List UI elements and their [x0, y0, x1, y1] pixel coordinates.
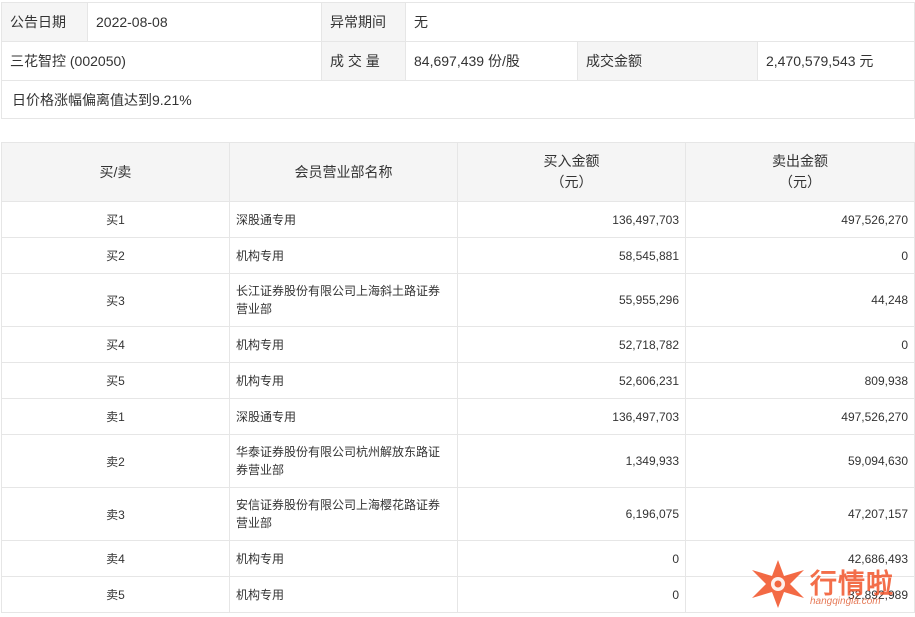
buy-amount-cell: 136,497,703 [457, 398, 686, 435]
branch-name-cell: 机构专用 [229, 362, 458, 399]
buy-amount-cell: 1,349,933 [457, 434, 686, 488]
buy-amount-header-unit: （元） [550, 174, 593, 190]
amount-label: 成交金额 [577, 41, 758, 81]
summary-row-volume: 三花智控 (002050) 成 交 量 84,697,439 份/股 成交金额 … [1, 41, 915, 81]
table-row: 买1 深股通专用 136,497,703 497,526,270 [1, 201, 915, 238]
table-row: 卖2 华泰证券股份有限公司杭州解放东路证券营业部 1,349,933 59,09… [1, 434, 915, 488]
buy-amount-header: 买入金额 （元） [457, 142, 686, 202]
side-cell: 卖1 [1, 398, 230, 435]
table-row: 买2 机构专用 58,545,881 0 [1, 237, 915, 274]
side-cell: 买2 [1, 237, 230, 274]
side-cell: 买4 [1, 326, 230, 363]
side-cell: 卖4 [1, 540, 230, 577]
announce-date-value: 2022-08-08 [87, 2, 322, 42]
deviation-note: 日价格涨幅偏离值达到9.21% [0, 80, 915, 119]
sell-amount-cell: 0 [685, 237, 915, 274]
side-header: 买/卖 [1, 142, 230, 202]
sell-amount-cell: 42,686,493 [685, 540, 915, 577]
sell-amount-cell: 47,207,157 [685, 487, 915, 541]
buy-amount-header-title: 买入金额 [543, 153, 600, 169]
sell-amount-cell: 0 [685, 326, 915, 363]
sell-amount-header-title: 卖出金额 [772, 153, 828, 169]
sell-amount-cell: 44,248 [685, 273, 915, 327]
buy-amount-cell: 0 [457, 540, 686, 577]
abnormal-period-value: 无 [404, 2, 915, 42]
branch-name-cell: 安信证券股份有限公司上海樱花路证券营业部 [229, 487, 458, 541]
summary-row-note: 日价格涨幅偏离值达到9.21% [0, 80, 915, 119]
buy-amount-cell: 52,606,231 [457, 362, 686, 399]
buy-amount-cell: 6,196,075 [457, 487, 686, 541]
side-cell: 买5 [1, 362, 230, 399]
branch-name-cell: 深股通专用 [229, 398, 458, 435]
sell-amount-header-unit: （元） [779, 174, 821, 190]
branch-name-header: 会员营业部名称 [229, 142, 458, 202]
branch-name-cell: 长江证券股份有限公司上海斜土路证券营业部 [229, 273, 458, 327]
branch-name-cell: 华泰证券股份有限公司杭州解放东路证券营业部 [229, 434, 458, 488]
table-row: 卖4 机构专用 0 42,686,493 [1, 540, 915, 577]
buy-amount-cell: 55,955,296 [457, 273, 686, 327]
table-row: 买3 长江证券股份有限公司上海斜土路证券营业部 55,955,296 44,24… [1, 273, 915, 327]
branch-name-cell: 机构专用 [229, 576, 458, 613]
volume-value: 84,697,439 份/股 [405, 41, 578, 81]
branch-name-cell: 机构专用 [229, 326, 458, 363]
table-row: 买4 机构专用 52,718,782 0 [1, 326, 915, 363]
volume-label: 成 交 量 [321, 41, 406, 81]
sell-amount-header: 卖出金额 （元） [685, 142, 915, 202]
branch-name-cell: 机构专用 [229, 540, 458, 577]
buy-amount-cell: 0 [457, 576, 686, 613]
buy-amount-cell: 52,718,782 [457, 326, 686, 363]
side-cell: 卖5 [1, 576, 230, 613]
side-cell: 买1 [1, 201, 230, 238]
announce-date-label: 公告日期 [1, 2, 88, 42]
sell-amount-cell: 497,526,270 [685, 398, 915, 435]
branch-name-cell: 深股通专用 [229, 201, 458, 238]
detail-header-row: 买/卖 会员营业部名称 买入金额 （元） 卖出金额 （元） [1, 142, 915, 202]
sell-amount-cell: 497,526,270 [685, 201, 915, 238]
buy-amount-cell: 58,545,881 [457, 237, 686, 274]
table-row: 卖3 安信证券股份有限公司上海樱花路证券营业部 6,196,075 47,207… [1, 487, 915, 541]
side-cell: 买3 [1, 273, 230, 327]
side-cell: 卖2 [1, 434, 230, 488]
summary-table: 公告日期 2022-08-08 异常期间 无 三花智控 (002050) 成 交… [0, 2, 915, 119]
table-row: 买5 机构专用 52,606,231 809,938 [1, 362, 915, 399]
side-cell: 卖3 [1, 487, 230, 541]
buy-amount-cell: 136,497,703 [457, 201, 686, 238]
sell-amount-cell: 809,938 [685, 362, 915, 399]
sell-amount-cell: 59,094,630 [685, 434, 915, 488]
sell-amount-cell: 32,892,989 [685, 576, 915, 613]
amount-value: 2,470,579,543 元 [756, 41, 915, 81]
trading-detail-table: 买/卖 会员营业部名称 买入金额 （元） 卖出金额 （元） 买1 深股通专用 1… [1, 142, 915, 613]
branch-name-cell: 机构专用 [229, 237, 458, 274]
stock-name: 三花智控 (002050) [1, 41, 322, 81]
summary-row-date: 公告日期 2022-08-08 异常期间 无 [1, 2, 915, 42]
abnormal-period-label: 异常期间 [321, 2, 406, 42]
table-row: 卖5 机构专用 0 32,892,989 [1, 576, 915, 613]
table-row: 卖1 深股通专用 136,497,703 497,526,270 [1, 398, 915, 435]
